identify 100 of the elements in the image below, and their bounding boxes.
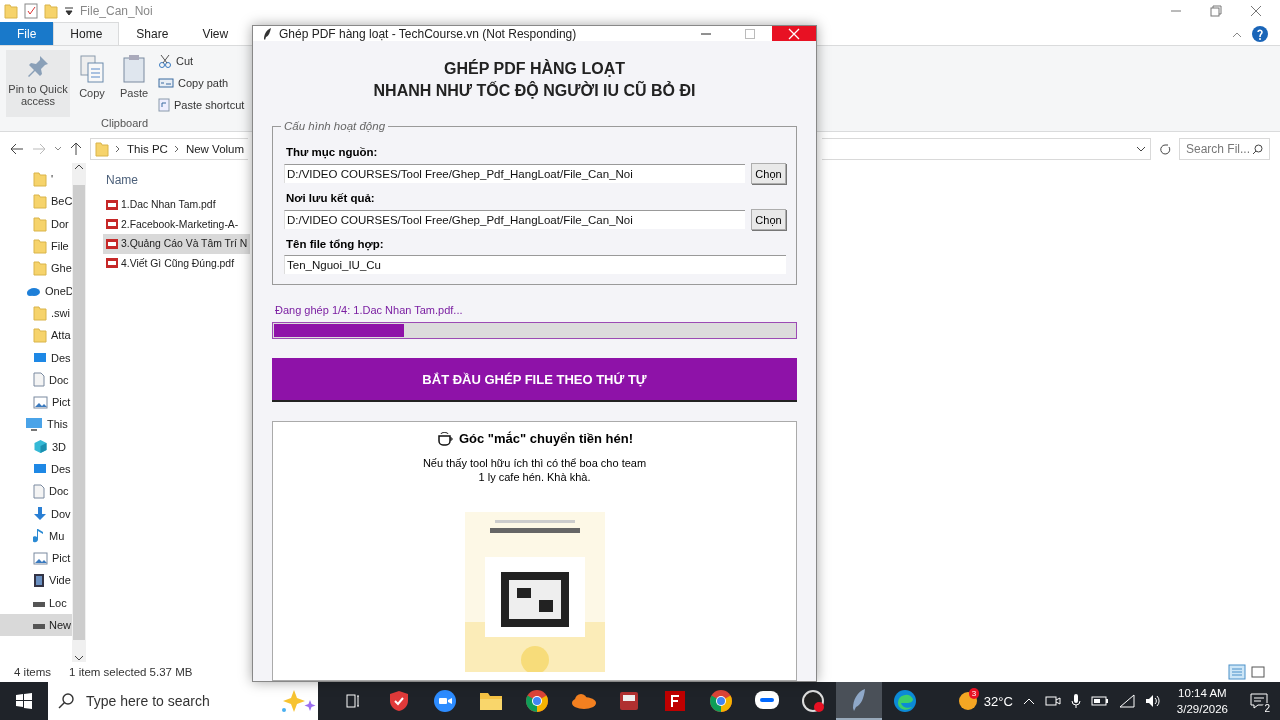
group-label: Clipboard <box>101 117 149 129</box>
file-row[interactable]: 4.Viết Gì Cũng Đúng.pdf <box>103 253 250 273</box>
microphone-icon <box>1070 693 1081 709</box>
computer-icon <box>25 416 43 432</box>
nav-item[interactable]: Des <box>0 457 72 481</box>
start-button[interactable]: BẮT ĐẦU GHÉP FILE THEO THỨ TỰ <box>272 358 797 402</box>
nav-item[interactable]: This <box>0 413 72 436</box>
close-icon <box>1250 5 1262 17</box>
pin-icon <box>26 54 50 80</box>
transfer-icon <box>664 690 686 712</box>
nav-item[interactable]: BeC <box>0 190 72 213</box>
ribbon-tab[interactable]: File <box>0 22 54 45</box>
nav-item[interactable]: ' <box>0 168 72 191</box>
field-label: Thư mục nguồn: <box>286 146 378 158</box>
speaker-icon <box>1144 694 1161 708</box>
shield-icon <box>388 690 410 712</box>
browse-button[interactable]: Chọn <box>751 209 786 230</box>
nav-item[interactable]: .swi <box>0 301 72 325</box>
nav-item[interactable]: Ghe <box>0 257 72 280</box>
chat-bubble-icon <box>754 690 780 712</box>
path-field[interactable]: D:/VIDEO COURSES/Tool Free/Ghep_Pdf_HangLoat/File_Can_Noi <box>284 164 745 183</box>
breadcrumb-item[interactable]: This PC <box>127 143 168 155</box>
windows-logo-icon <box>16 693 32 709</box>
nav-item[interactable]: New <box>0 613 72 637</box>
nav-item[interactable]: Dov <box>0 502 72 525</box>
folder-icon <box>33 193 47 210</box>
ribbon-tab[interactable]: Home <box>53 22 120 45</box>
pdf-file-icon <box>105 256 119 271</box>
nav-item[interactable]: Pict <box>0 547 72 570</box>
music-note-icon <box>33 527 45 544</box>
camera-icon <box>1044 694 1061 708</box>
nav-item[interactable]: 3D <box>0 435 72 458</box>
refresh-icon <box>1159 142 1171 156</box>
forward-arrow-icon <box>32 143 46 155</box>
browse-button[interactable]: Chọn <box>751 163 786 184</box>
ribbon-button[interactable]: Copy <box>74 50 110 117</box>
dropdown-icon <box>64 6 74 16</box>
field-label: Nơi lưu kết quả: <box>286 192 375 204</box>
picture-icon <box>33 551 48 565</box>
cube-icon <box>33 439 48 455</box>
ribbon-button[interactable]: Paste shortcut <box>158 96 245 114</box>
coffee-cup-icon <box>435 430 454 446</box>
file-row[interactable]: 1.Dac Nhan Tam.pdf <box>103 195 250 215</box>
nav-item[interactable]: Dor <box>0 212 72 235</box>
nav-item[interactable]: Des <box>0 346 72 369</box>
scroll-up-icon <box>74 163 84 171</box>
pdf-file-icon <box>105 197 119 212</box>
column-header[interactable]: Name <box>106 173 138 187</box>
chevron-icon <box>173 145 180 153</box>
film-icon <box>33 573 45 588</box>
nav-item[interactable]: Doc <box>0 368 72 391</box>
nav-item[interactable]: Pict <box>0 390 72 414</box>
card-title: Góc "mắc" chuyển tiền hén! <box>458 430 634 446</box>
window-title: Ghép PDF hàng loạt - TechCourse.vn (Not Responding) <box>279 26 577 41</box>
battery-icon <box>1090 696 1109 706</box>
properties-icon <box>24 3 38 19</box>
document-icon <box>33 483 45 499</box>
ribbon-button[interactable]: Cut <box>158 52 245 70</box>
scrollbar[interactable] <box>72 163 86 662</box>
close-button[interactable] <box>772 26 816 41</box>
browser-icon <box>525 689 549 713</box>
clipboard-icon <box>122 54 146 84</box>
file-row[interactable]: 3.Quảng Cáo Và Tâm Trí N <box>103 234 250 254</box>
status-text: 4 items <box>14 666 52 678</box>
nav-item[interactable]: File <box>0 234 72 258</box>
document-icon <box>33 372 45 388</box>
maximize-icon <box>745 28 755 39</box>
taskbar-search[interactable]: Type here to search <box>48 682 318 720</box>
progress-status: Đang ghép 1/4: 1.Dac Nhan Tam.pdf... <box>275 304 464 316</box>
scissors-icon <box>158 54 172 68</box>
path-field[interactable]: Ten_Nguoi_IU_Cu <box>284 255 786 274</box>
field-label: Tên file tổng hợp: <box>286 238 384 250</box>
path-icon <box>158 77 174 89</box>
path-field[interactable]: D:/VIDEO COURSES/Tool Free/Ghep_Pdf_HangLoat/File_Can_Noi <box>284 210 745 229</box>
ribbon-button[interactable]: Copy path <box>158 74 245 92</box>
nav-item[interactable]: Vide <box>0 569 72 592</box>
nav-item[interactable]: Atta <box>0 324 72 347</box>
breadcrumb-item[interactable]: New Volum <box>185 143 245 155</box>
search-icon <box>1252 143 1263 155</box>
video-camera-icon <box>433 689 457 713</box>
browser-icon <box>709 689 733 713</box>
recent-caret-icon <box>54 146 62 152</box>
download-arrow-icon <box>33 506 47 522</box>
weather-badge: 3 <box>968 688 980 699</box>
nav-item[interactable]: Loc <box>0 591 72 614</box>
feather-icon <box>262 26 272 41</box>
ribbon-button[interactable]: Pin to Quick access <box>6 50 70 117</box>
heading: GHÉP PDF HÀNG LOẠT <box>443 60 625 77</box>
window-title: File_Can_Noi <box>80 4 153 18</box>
heading: NHANH NHƯ TỐC ĐỘ NGƯỜI IU CŨ BỎ ĐI <box>373 82 696 99</box>
card-text: Nếu thấy tool hữu ích thì có thể boa cho team 1 ly cafe hén. Khà khà. <box>422 456 647 484</box>
nav-item[interactable]: Mu <box>0 524 72 548</box>
clock[interactable]: 10:14 AM 3/29/2026 <box>1170 685 1234 717</box>
close-icon <box>788 27 800 40</box>
nav-item[interactable]: Doc <box>0 480 72 503</box>
weather-widget[interactable]: 3 32°C <box>957 691 1013 711</box>
file-row[interactable]: 2.Facebook-Marketing-A- <box>103 214 250 234</box>
ribbon-button[interactable]: Paste <box>114 50 154 117</box>
address-bar[interactable]: This PC New Volum <box>90 138 248 160</box>
search-field[interactable]: Search Fil... <box>1179 138 1270 160</box>
